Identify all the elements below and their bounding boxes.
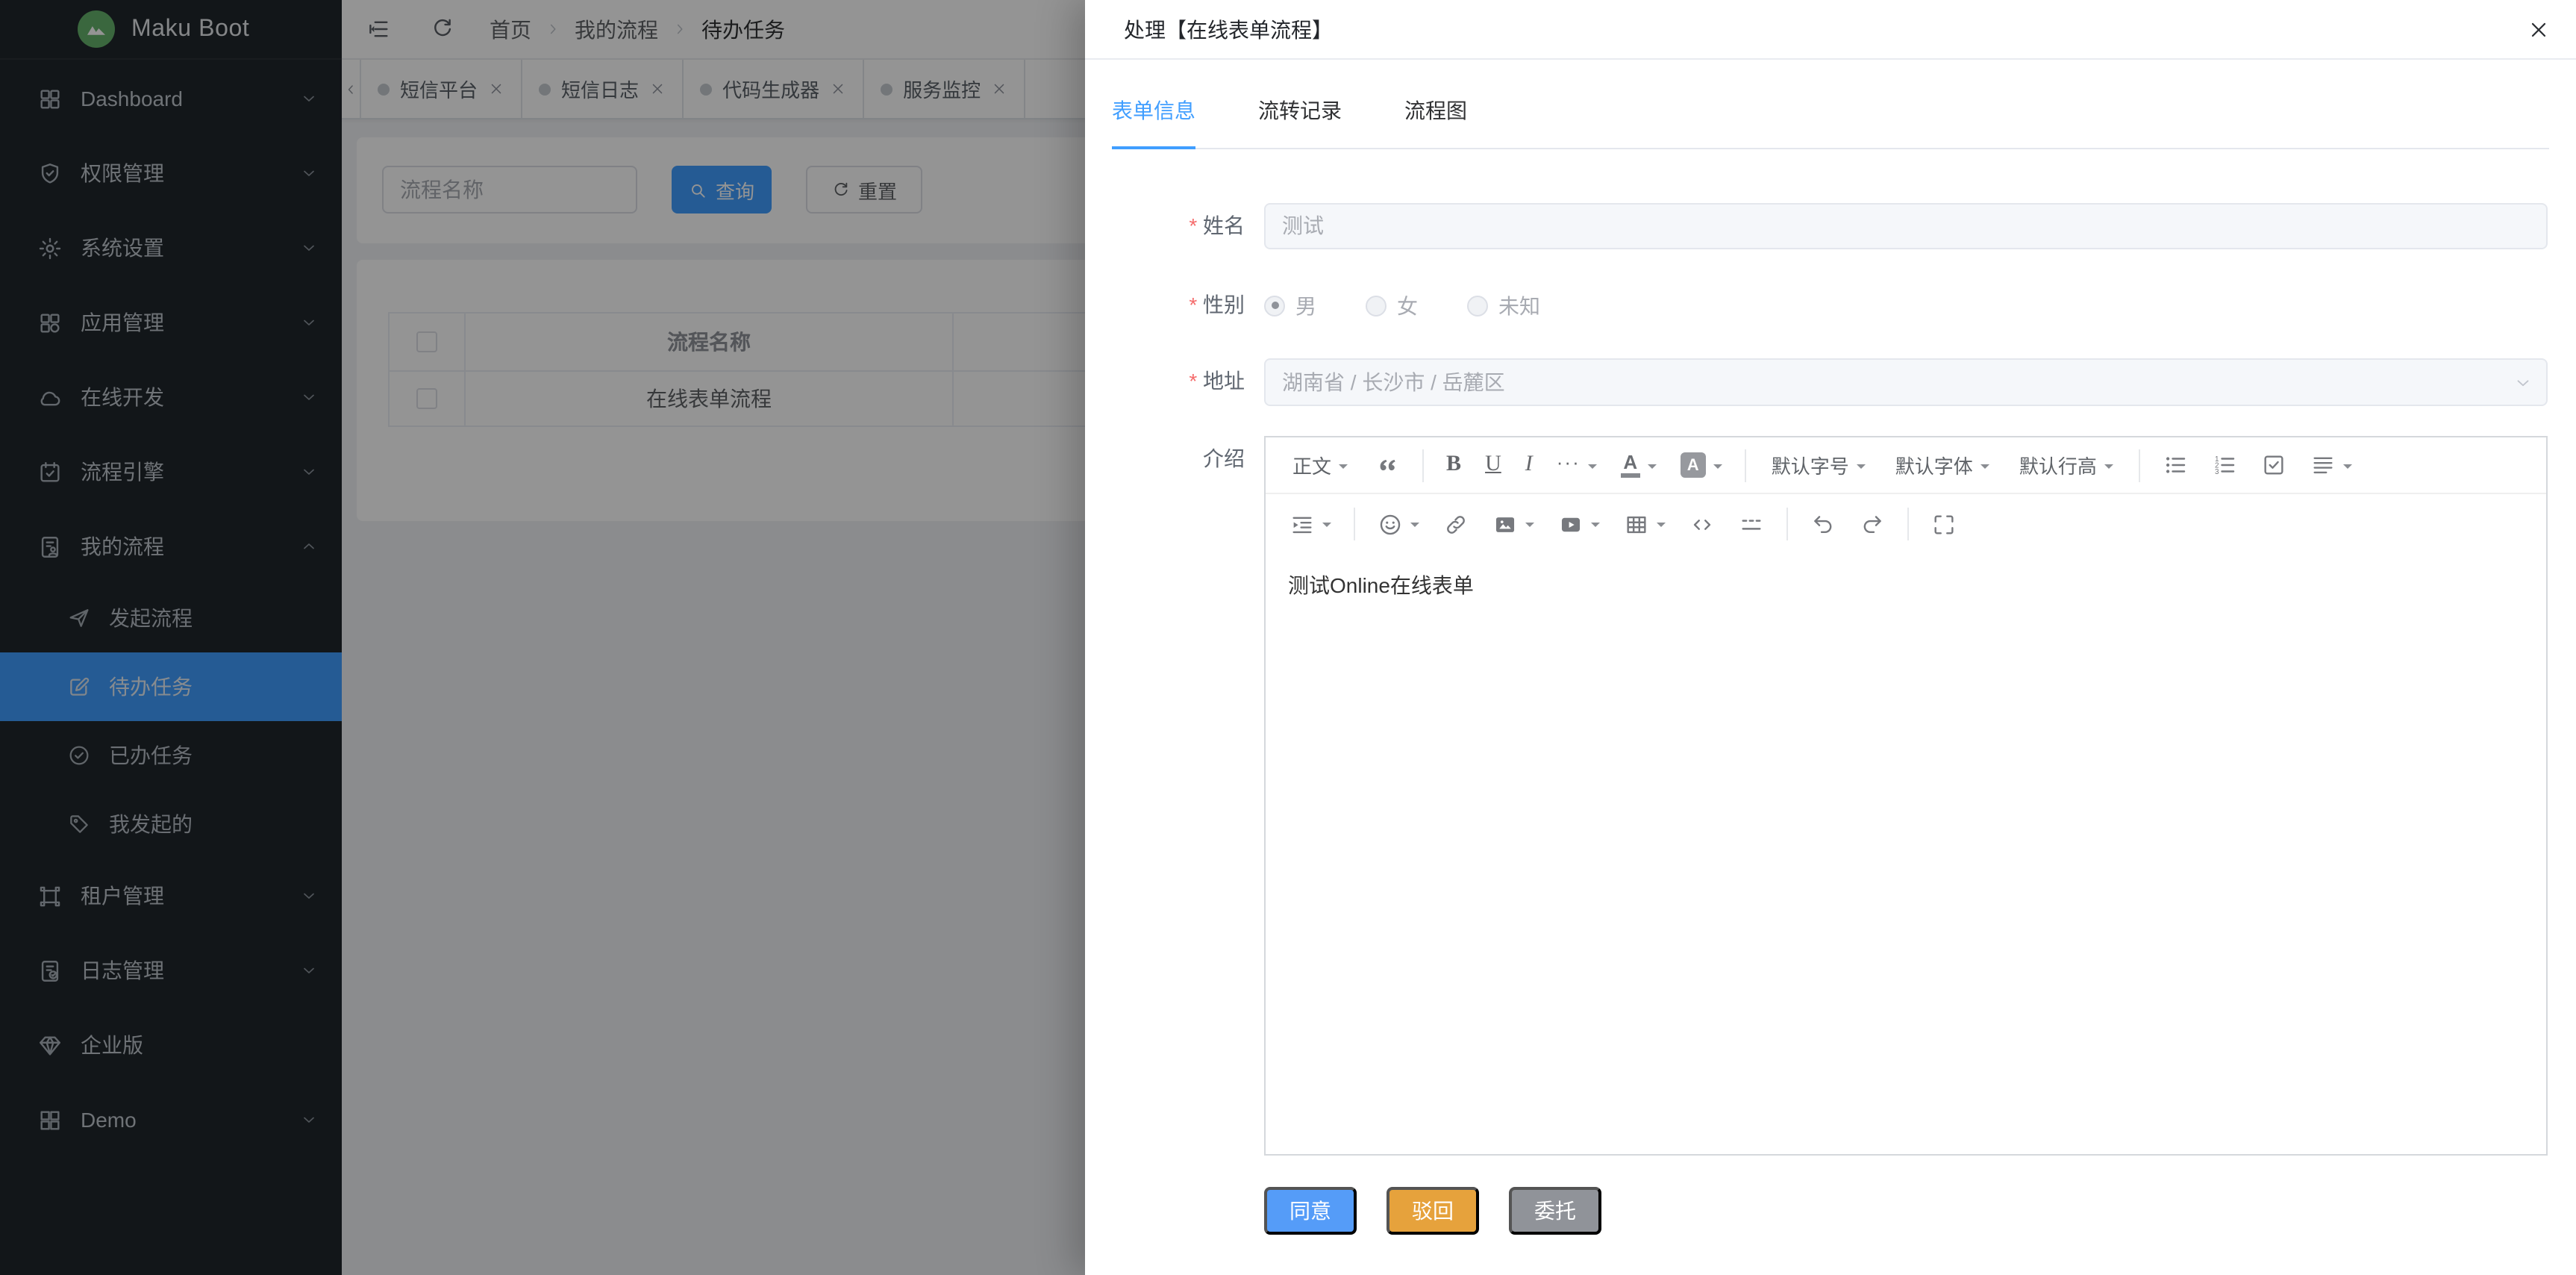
gender-label: 性别 xyxy=(1085,282,1264,328)
close-icon[interactable] xyxy=(2527,18,2551,42)
toolbar-divider xyxy=(2139,449,2140,481)
more-styles-dropdown[interactable]: ··· xyxy=(1545,446,1609,484)
code-icon xyxy=(1689,511,1715,537)
radio-circle xyxy=(1467,295,1488,316)
align-icon xyxy=(2310,452,2336,478)
name-label: 姓名 xyxy=(1085,203,1264,249)
emoji-dropdown[interactable] xyxy=(1366,505,1431,543)
horizontal-rule-icon xyxy=(1739,511,1764,537)
tab-flow-records[interactable]: 流转记录 xyxy=(1258,96,1342,148)
toolbar-divider xyxy=(1745,449,1746,481)
insert-video-dropdown[interactable] xyxy=(1546,505,1612,543)
editor-content[interactable]: 测试Online在线表单 xyxy=(1266,554,2546,1154)
tab-form-info[interactable]: 表单信息 xyxy=(1112,96,1195,148)
form-row-address: 地址 湖南省 / 长沙市 / 岳麓区 xyxy=(1085,358,2576,406)
caret-down-icon xyxy=(2343,464,2352,473)
radio-male[interactable]: 男 xyxy=(1264,290,1316,320)
caret-down-icon xyxy=(1981,464,1989,473)
image-icon xyxy=(1492,511,1518,537)
tab-flow-diagram[interactable]: 流程图 xyxy=(1404,96,1467,148)
task-drawer: 处理【在线表单流程】 表单信息 流转记录 流程图 姓名 测试 性别 男 女 xyxy=(1085,0,2576,1275)
underline-button[interactable]: U xyxy=(1473,446,1513,484)
divider-button[interactable] xyxy=(1727,505,1776,543)
address-cascader[interactable]: 湖南省 / 长沙市 / 岳麓区 xyxy=(1264,358,2548,406)
numbered-list-button[interactable] xyxy=(2200,446,2249,484)
name-field[interactable]: 测试 xyxy=(1264,203,2548,249)
blockquote-button[interactable] xyxy=(1363,446,1412,484)
line-height-dropdown[interactable]: 默认行高 xyxy=(2004,446,2128,484)
caret-down-icon xyxy=(1657,523,1666,531)
drawer-header: 处理【在线表单流程】 xyxy=(1085,0,2576,60)
modal-overlay[interactable] xyxy=(0,0,1085,1275)
caret-down-icon xyxy=(1588,464,1597,473)
toolbar-divider xyxy=(1354,508,1355,540)
caret-down-icon xyxy=(1591,523,1600,531)
radio-circle xyxy=(1366,295,1387,316)
caret-down-icon xyxy=(1525,523,1534,531)
color-bar xyxy=(1621,473,1640,478)
caret-down-icon xyxy=(1339,464,1348,473)
caret-down-icon xyxy=(1713,464,1722,473)
indent-icon xyxy=(1289,511,1315,537)
reject-button[interactable]: 驳回 xyxy=(1387,1187,1479,1235)
intro-label: 介绍 xyxy=(1085,436,1264,482)
todo-list-button[interactable] xyxy=(2249,446,2298,484)
redo-icon xyxy=(1860,511,1885,537)
code-block-button[interactable] xyxy=(1678,505,1727,543)
undo-icon xyxy=(1810,511,1836,537)
caret-down-icon xyxy=(2104,464,2113,473)
editor-toolbar-row2 xyxy=(1266,494,2546,554)
fullscreen-icon xyxy=(1931,511,1957,537)
bullet-list-icon xyxy=(2163,452,2188,478)
redo-button[interactable] xyxy=(1848,505,1897,543)
font-color-dropdown[interactable]: A xyxy=(1609,446,1669,484)
form-row-intro: 介绍 正文 B U I ··· A A 默认字号 默认字体 默认行高 xyxy=(1085,436,2576,1156)
gender-radio-group: 男 女 未知 xyxy=(1264,282,1589,328)
form-row-name: 姓名 测试 xyxy=(1085,203,2576,249)
link-icon xyxy=(1443,511,1469,537)
fullscreen-button[interactable] xyxy=(1919,505,1969,543)
align-dropdown[interactable] xyxy=(2298,446,2364,484)
drawer-tabs: 表单信息 流转记录 流程图 xyxy=(1112,60,2549,149)
insert-image-dropdown[interactable] xyxy=(1481,505,1546,543)
app-window: Maku Boot Dashboard 权限管理 系统设置 应用管理 xyxy=(0,0,2576,1275)
caret-down-icon xyxy=(1322,523,1331,531)
delegate-button[interactable]: 委托 xyxy=(1509,1187,1601,1235)
insert-table-dropdown[interactable] xyxy=(1612,505,1678,543)
quote-icon xyxy=(1375,452,1400,478)
toolbar-divider xyxy=(1786,508,1788,540)
radio-female[interactable]: 女 xyxy=(1366,290,1418,320)
numbered-list-icon xyxy=(2212,452,2237,478)
caret-down-icon xyxy=(1857,464,1866,473)
caret-down-icon xyxy=(1410,523,1419,531)
font-family-dropdown[interactable]: 默认字体 xyxy=(1881,446,2004,484)
rich-text-editor: 正文 B U I ··· A A 默认字号 默认字体 默认行高 xyxy=(1264,436,2548,1156)
video-icon xyxy=(1558,511,1584,537)
form-row-gender: 性别 男 女 未知 xyxy=(1085,282,2576,328)
toolbar-divider xyxy=(1422,449,1424,481)
background-color-dropdown[interactable]: A xyxy=(1669,446,1734,484)
emoji-icon xyxy=(1378,511,1403,537)
chevron-down-icon xyxy=(2513,373,2533,393)
indent-dropdown[interactable] xyxy=(1278,505,1343,543)
bold-button[interactable]: B xyxy=(1434,446,1473,484)
caret-down-icon xyxy=(1648,464,1657,473)
approve-button[interactable]: 同意 xyxy=(1264,1187,1357,1235)
todo-list-icon xyxy=(2261,452,2286,478)
toolbar-divider xyxy=(1907,508,1909,540)
radio-unknown[interactable]: 未知 xyxy=(1467,290,1540,320)
undo-button[interactable] xyxy=(1798,505,1848,543)
drawer-title: 处理【在线表单流程】 xyxy=(1124,14,1333,44)
font-size-dropdown[interactable]: 默认字号 xyxy=(1757,446,1881,484)
insert-link-button[interactable] xyxy=(1431,505,1481,543)
table-icon xyxy=(1624,511,1649,537)
address-label: 地址 xyxy=(1085,358,1264,405)
bullet-list-button[interactable] xyxy=(2151,446,2200,484)
radio-circle-checked xyxy=(1264,295,1285,316)
editor-toolbar-row1: 正文 B U I ··· A A 默认字号 默认字体 默认行高 xyxy=(1266,437,2546,494)
italic-button[interactable]: I xyxy=(1513,446,1545,484)
paragraph-style-dropdown[interactable]: 正文 xyxy=(1278,446,1363,484)
drawer-actions: 同意 驳回 委托 xyxy=(1264,1187,2576,1235)
